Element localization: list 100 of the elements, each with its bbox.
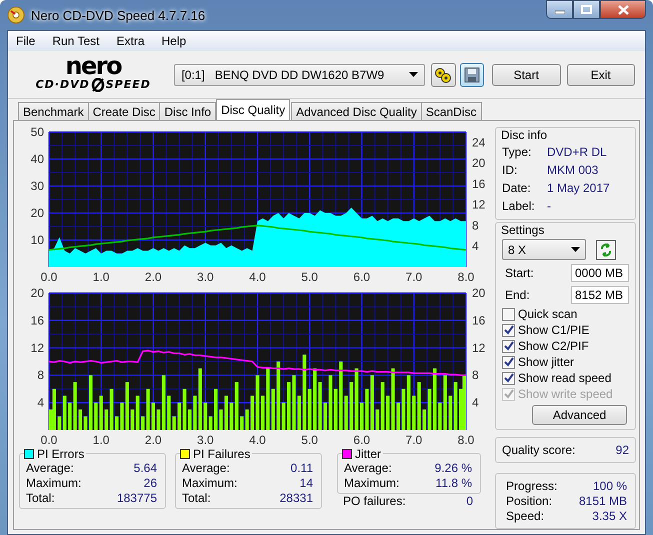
stat-value: 26 (144, 476, 157, 491)
checkbox[interactable] (502, 356, 515, 368)
exit-button[interactable]: Exit (566, 64, 635, 86)
axis-label: 16 (472, 313, 486, 328)
save-button[interactable] (460, 62, 484, 86)
logo-text: CD·DVD (36, 79, 90, 90)
quality-label: Quality score: (502, 443, 576, 457)
gears-icon (434, 66, 452, 84)
menu-item[interactable]: Extra (116, 34, 144, 48)
axis-label: 8 (37, 368, 44, 382)
close-button[interactable] (600, 0, 646, 19)
stat-label: Maximum: (26, 476, 82, 491)
menu-item[interactable]: Run Test (52, 34, 100, 48)
info-value: 1 May 2017 (547, 180, 610, 197)
logo-text: nero (65, 54, 122, 78)
stat-value: 0.11 (290, 461, 313, 476)
axis-label: 7.0 (406, 433, 422, 447)
menu-item[interactable]: Help (162, 34, 186, 48)
stat-value: 9.26 % (434, 461, 472, 476)
axis-label: 16 (472, 176, 486, 191)
axis-label: 3.0 (197, 270, 214, 284)
field-label: End: (505, 288, 530, 302)
checkbox[interactable] (502, 372, 515, 384)
floppy-icon (464, 66, 480, 82)
group-title: Jitter (355, 447, 382, 461)
info-value: - (547, 198, 551, 215)
stat-label: Maximum: (344, 476, 400, 491)
quality-score: 92 (616, 443, 629, 457)
tab[interactable]: Create Disc (88, 102, 160, 120)
stat-label: Total: (26, 491, 55, 506)
caret-icon (409, 72, 418, 77)
stat-label: Average: (26, 461, 74, 476)
axis-label: 16 (30, 313, 44, 328)
axis-label: 12 (472, 198, 486, 212)
checkbox[interactable] (502, 308, 515, 320)
advanced-button[interactable]: Advanced (532, 405, 627, 425)
speed-dropdown[interactable]: 8 X (502, 239, 586, 260)
tab[interactable]: ScanDisc (420, 102, 482, 120)
axis-label: 20 (472, 156, 486, 170)
input-field[interactable]: 0000 MB (571, 264, 629, 282)
input-field[interactable]: 8152 MB (571, 286, 629, 304)
stat-value: 28331 (280, 491, 313, 506)
axis-label: 50 (30, 125, 44, 139)
field-label: Start: (505, 266, 534, 280)
stat-value: 11.8 % (436, 476, 472, 491)
axis-label: 8.0 (458, 433, 474, 447)
minimize-button[interactable] (546, 0, 573, 19)
axis-label: 8.0 (458, 270, 474, 284)
axis-label: 4.0 (249, 433, 266, 447)
group-title: Settings (501, 223, 546, 237)
tab[interactable]: Benchmark (18, 102, 89, 120)
checkbox[interactable] (502, 324, 515, 336)
axis-label: 0.0 (40, 433, 58, 447)
info-label: Type: (502, 144, 532, 161)
tab[interactable]: Advanced Disc Quality (291, 102, 422, 120)
maximize-button[interactable] (573, 0, 600, 19)
axis-label: 2.0 (144, 433, 162, 447)
stat-label: Average: (344, 461, 392, 476)
axis-label: 5.0 (301, 433, 318, 447)
checkbox[interactable] (502, 340, 515, 352)
stat-label: Total: (182, 491, 211, 506)
axis-label: 5.0 (301, 270, 318, 284)
stat-label: PO failures: (343, 494, 406, 509)
progress-label: Position: (506, 494, 552, 509)
info-value: DVD+R DL (547, 144, 607, 161)
stat-value: 183775 (116, 491, 157, 506)
axis-label: 3.0 (197, 433, 214, 447)
start-button[interactable]: Start (492, 64, 561, 86)
drive-dropdown[interactable]: [0:1] BENQ DVD DD DW1620 B7W9 (174, 64, 426, 86)
progress-value: 100 % (592, 479, 627, 494)
axis-label: 2.0 (144, 270, 162, 284)
checkbox-label: Show C1/PIE (518, 322, 590, 338)
stat-label: Average: (182, 461, 230, 476)
group-title: PI Failures (193, 447, 250, 461)
tab[interactable]: Disc Info (159, 102, 216, 120)
axis-label: 7.0 (406, 270, 422, 284)
axis-label: 30 (30, 179, 44, 193)
checkbox-label: Show C2/PIF (518, 338, 589, 354)
info-label: ID: (502, 162, 518, 179)
refresh-button[interactable] (596, 240, 616, 260)
menu-item[interactable]: File (16, 34, 36, 48)
gears-button[interactable] (431, 62, 456, 86)
axis-label: 4 (472, 239, 479, 254)
axis-label: 8 (472, 218, 479, 232)
axis-label: 8 (472, 368, 479, 382)
group-title: Disc info (501, 128, 548, 142)
axis-label: 12 (30, 340, 44, 355)
caret-icon (571, 247, 580, 252)
axis-label: 24 (472, 135, 486, 150)
disc-icon (7, 6, 25, 24)
stat-label: Maximum: (182, 476, 238, 491)
disc-icon (90, 78, 106, 92)
maximize-icon (581, 5, 592, 14)
axis-label: 6.0 (353, 433, 370, 447)
progress-value: 3.35 X (592, 509, 627, 524)
tab[interactable]: Disc Quality (216, 99, 290, 120)
axis-label: 1.0 (92, 270, 110, 284)
info-value: MKM 003 (547, 162, 598, 179)
axis-label: 4 (472, 396, 479, 410)
axis-label: 20 (30, 206, 44, 220)
